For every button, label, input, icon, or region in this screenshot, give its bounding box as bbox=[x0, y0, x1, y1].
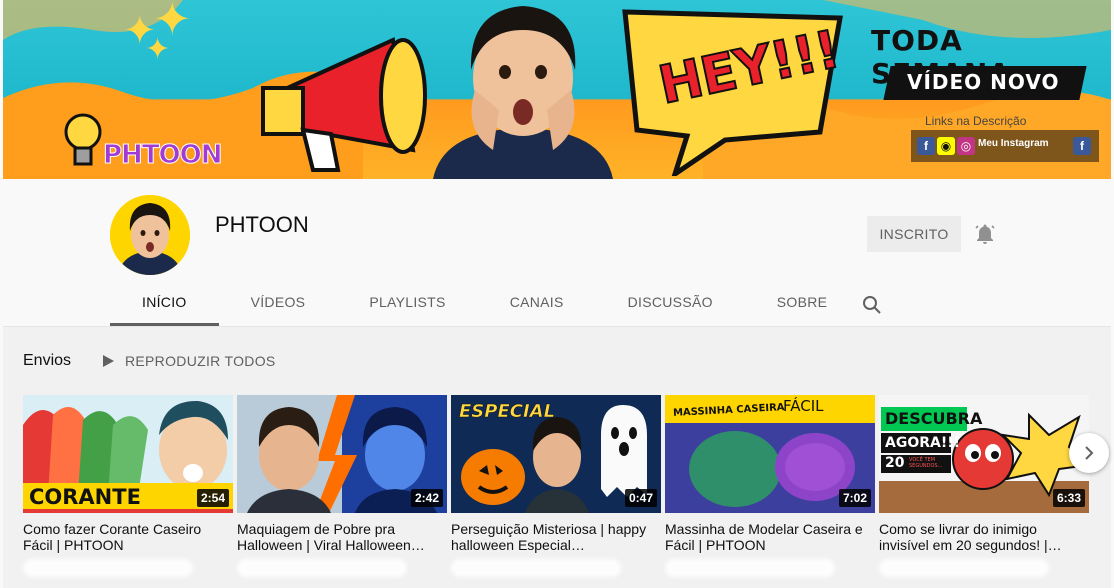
video-card[interactable]: CORANTE 2:54 Como fazer Corante Caseiro … bbox=[23, 395, 233, 577]
video-duration: 2:54 bbox=[196, 489, 229, 507]
kid-photo bbox=[433, 6, 613, 179]
video-meta bbox=[879, 559, 1049, 577]
banner-logo-text: PHTOON bbox=[103, 140, 224, 171]
search-icon[interactable] bbox=[860, 293, 884, 317]
thumbnail-text: 20 bbox=[885, 455, 905, 471]
channel-name: PHTOON bbox=[215, 212, 309, 237]
facebook-icon[interactable]: f bbox=[917, 137, 935, 155]
video-duration: 0:47 bbox=[624, 489, 657, 507]
thumbnail-text: DESCUBRA bbox=[885, 409, 983, 428]
instagram-link[interactable]: Meu Instagram bbox=[978, 138, 1049, 149]
video-meta bbox=[23, 559, 193, 577]
avatar-image bbox=[110, 195, 190, 275]
subscribe-button[interactable]: INSCRITO bbox=[867, 216, 961, 252]
banner-headline-bottom: VÍDEO NOVO bbox=[907, 70, 1060, 94]
video-meta bbox=[237, 559, 407, 577]
play-all-label: REPRODUZIR TODOS bbox=[125, 353, 276, 369]
video-duration: 7:02 bbox=[838, 489, 871, 507]
star-icon: ✦ bbox=[145, 33, 171, 66]
uploads-section: Envios REPRODUZIR TODOS CORANTE 2:54 Com… bbox=[3, 327, 1111, 588]
section-title: Envios bbox=[23, 352, 72, 369]
video-duration: 6:33 bbox=[1052, 489, 1085, 507]
snapchat-icon[interactable]: ◉ bbox=[937, 137, 955, 155]
channel-banner: ✦ ✦ ✦ HEY!!! PHTOON TODA SEMAN bbox=[3, 0, 1111, 179]
instagram-icon[interactable]: ◎ bbox=[957, 137, 975, 155]
video-title[interactable]: Maquiagem de Pobre pra Halloween | Viral… bbox=[237, 521, 447, 553]
video-card[interactable]: ESPECIAL 0:47 Perseguição Misteriosa | h… bbox=[451, 395, 661, 577]
tab-canais[interactable]: CANAIS bbox=[478, 283, 596, 326]
channel-tabs: INÍCIO VÍDEOS PLAYLISTS CANAIS DISCUSSÃO… bbox=[110, 283, 881, 326]
video-duration: 2:42 bbox=[410, 489, 443, 507]
video-thumbnail[interactable]: 2:42 bbox=[237, 395, 447, 513]
tab-sobre[interactable]: SOBRE bbox=[745, 283, 860, 326]
video-meta bbox=[665, 559, 835, 577]
video-thumbnail[interactable]: MASSINHA CASEIRA FÁCIL 7:02 bbox=[665, 395, 875, 513]
tab-playlists[interactable]: PLAYLISTS bbox=[337, 283, 477, 326]
video-title[interactable]: Massinha de Modelar Caseira e Fácil | PH… bbox=[665, 521, 875, 553]
lightbulb-icon bbox=[64, 113, 102, 166]
thumbnail-text: AGORA!!! bbox=[885, 435, 960, 451]
video-title[interactable]: Como se livrar do inimigo invisível em 2… bbox=[879, 521, 1089, 553]
video-card[interactable]: DESCUBRA AGORA!!! 20 VOCÊ TEM SEGUNDOS..… bbox=[879, 395, 1089, 577]
notification-bell-icon[interactable] bbox=[973, 222, 997, 246]
next-arrow-button[interactable] bbox=[1069, 433, 1109, 473]
play-all-button[interactable]: REPRODUZIR TODOS bbox=[101, 353, 276, 369]
video-meta bbox=[451, 559, 621, 577]
thumbnail-text: ESPECIAL bbox=[459, 401, 556, 423]
video-thumbnail[interactable]: CORANTE 2:54 bbox=[23, 395, 233, 513]
channel-page: ✦ ✦ ✦ HEY!!! PHTOON TODA SEMAN bbox=[0, 0, 1114, 588]
chevron-right-icon bbox=[1085, 446, 1094, 460]
video-card[interactable]: MASSINHA CASEIRA FÁCIL 7:02 Massinha de … bbox=[665, 395, 875, 577]
video-thumbnail[interactable]: ESPECIAL 0:47 bbox=[451, 395, 661, 513]
avatar[interactable] bbox=[110, 195, 190, 275]
channel-header: PHTOON INSCRITO INÍCIO VÍDEOS PLAYLISTS … bbox=[3, 179, 1111, 326]
tab-inicio[interactable]: INÍCIO bbox=[110, 283, 219, 326]
tab-videos[interactable]: VÍDEOS bbox=[219, 283, 338, 326]
video-card[interactable]: 2:42 Maquiagem de Pobre pra Halloween | … bbox=[237, 395, 447, 577]
video-title[interactable]: Perseguição Misteriosa | happy halloween… bbox=[451, 521, 661, 553]
thumbnail-text: VOCÊ TEM SEGUNDOS... bbox=[909, 457, 943, 469]
facebook-icon[interactable]: f bbox=[1073, 137, 1091, 155]
banner-links-text: Links na Descrição bbox=[925, 114, 1027, 128]
video-title[interactable]: Como fazer Corante Caseiro Fácil | PHTOO… bbox=[23, 521, 233, 553]
thumbnail-text: FÁCIL bbox=[783, 397, 824, 415]
video-thumbnail[interactable]: DESCUBRA AGORA!!! 20 VOCÊ TEM SEGUNDOS..… bbox=[879, 395, 1089, 513]
tab-discussao[interactable]: DISCUSSÃO bbox=[596, 283, 745, 326]
play-icon bbox=[103, 355, 114, 367]
thumbnail-text: CORANTE bbox=[29, 485, 141, 509]
